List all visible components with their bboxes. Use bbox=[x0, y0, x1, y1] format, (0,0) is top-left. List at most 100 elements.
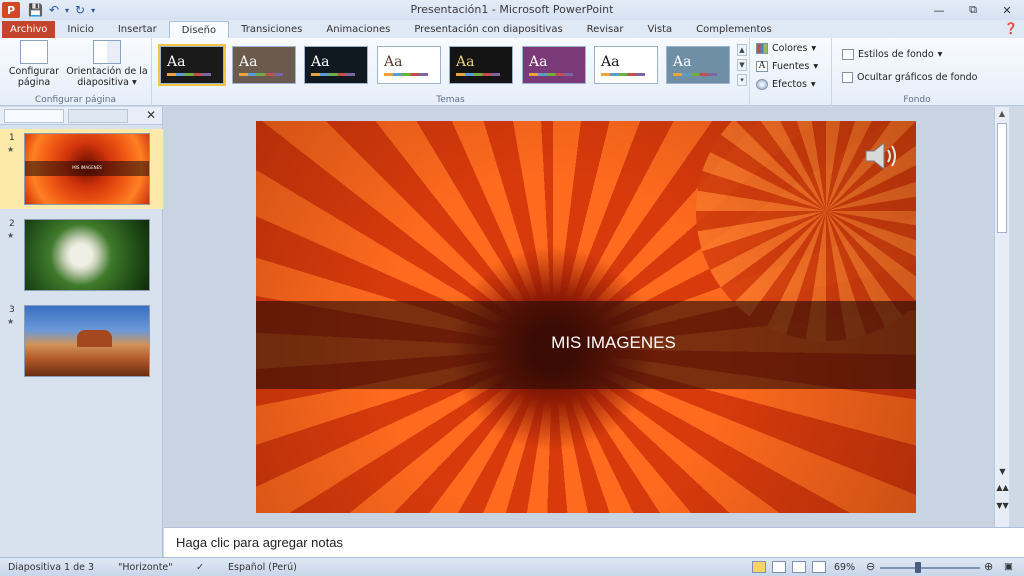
more-themes-icon[interactable]: ▾ bbox=[737, 74, 747, 86]
orientation-icon bbox=[93, 40, 121, 64]
theme-item[interactable]: Aa bbox=[522, 46, 586, 84]
checkbox-icon bbox=[842, 71, 853, 83]
group-theme-options: Colores ▾ A Fuentes ▾ Efectos ▾ bbox=[750, 38, 832, 106]
tab-animaciones[interactable]: Animaciones bbox=[314, 21, 402, 38]
previous-slide-icon[interactable]: ▲▲ bbox=[995, 483, 1010, 492]
tab-presentacion[interactable]: Presentación con diapositivas bbox=[402, 21, 574, 38]
close-pane-icon[interactable]: ✕ bbox=[146, 108, 156, 122]
zoom-slider-knob[interactable] bbox=[915, 562, 921, 573]
reading-view-icon[interactable] bbox=[792, 561, 806, 573]
theme-item[interactable]: Aa bbox=[232, 46, 296, 84]
window-title: Presentación1 - Microsoft PowerPoint bbox=[410, 3, 614, 16]
spellcheck-icon[interactable]: ✓ bbox=[196, 562, 204, 573]
animation-star-icon: ★ bbox=[7, 317, 15, 326]
tab-insertar[interactable]: Insertar bbox=[106, 21, 169, 38]
vertical-scrollbar[interactable]: ▲ ▼ ▲▲ ▼▼ bbox=[994, 107, 1009, 527]
slide-thumbnail[interactable] bbox=[24, 219, 150, 291]
scrollbar-thumb[interactable] bbox=[997, 123, 1007, 233]
orientacion-button[interactable]: Orientación de la diapositiva ▾ bbox=[66, 40, 148, 88]
group-temas: Aa Aa Aa Aa Aa Aa Aa Aa ▲ ▼ ▾ Temas bbox=[152, 38, 750, 106]
help-icon[interactable]: ❓ bbox=[1004, 22, 1018, 35]
customize-qat-icon[interactable]: ▾ bbox=[91, 6, 95, 15]
language[interactable]: Español (Perú) bbox=[228, 562, 297, 573]
undo-icon[interactable]: ↶ bbox=[49, 3, 59, 17]
tab-slides[interactable] bbox=[4, 108, 64, 123]
tab-archivo[interactable]: Archivo bbox=[2, 21, 56, 38]
zoom-in-icon[interactable]: ⊕ bbox=[984, 560, 993, 573]
tab-vista[interactable]: Vista bbox=[635, 21, 684, 38]
tab-complementos[interactable]: Complementos bbox=[684, 21, 784, 38]
notes-pane[interactable]: Haga clic para agregar notas bbox=[164, 527, 1024, 557]
fit-to-window-icon[interactable]: ▣ bbox=[1004, 561, 1013, 572]
dropdown-arrow-icon: ▾ bbox=[937, 48, 943, 60]
effects-icon bbox=[756, 78, 768, 90]
speaker-icon[interactable] bbox=[862, 139, 902, 173]
animation-star-icon: ★ bbox=[7, 231, 15, 240]
dropdown-arrow-icon: ▾ bbox=[131, 77, 137, 88]
group-configurar-pagina: Configurar página Orientación de la diap… bbox=[0, 38, 152, 106]
normal-view-icon[interactable] bbox=[752, 561, 766, 573]
restore-icon[interactable]: ⧉ bbox=[956, 0, 990, 20]
next-slide-icon[interactable]: ▼▼ bbox=[995, 501, 1010, 510]
ocultar-graficos-checkbox[interactable]: Ocultar gráficos de fondo bbox=[842, 69, 978, 85]
slideshow-icon[interactable] bbox=[812, 561, 826, 573]
pane-tabs: ✕ bbox=[0, 107, 162, 125]
slide-thumbnail-row[interactable]: 1 ★ MIS IMAGENES bbox=[0, 129, 163, 209]
tab-outline[interactable] bbox=[68, 108, 128, 123]
notes-placeholder[interactable]: Haga clic para agregar notas bbox=[176, 535, 343, 550]
animation-star-icon: ★ bbox=[7, 145, 15, 154]
scroll-down-icon[interactable]: ▼ bbox=[737, 59, 747, 71]
slide-count: Diapositiva 1 de 3 bbox=[8, 562, 95, 573]
theme-item[interactable]: Aa bbox=[449, 46, 513, 84]
configurar-pagina-button[interactable]: Configurar página bbox=[4, 40, 64, 88]
close-icon[interactable]: ✕ bbox=[990, 0, 1024, 20]
redo-icon[interactable]: ↻ bbox=[75, 3, 85, 17]
title-bar: P 💾 ↶ ▾ ↻ ▾ Presentación1 - Microsoft Po… bbox=[0, 0, 1024, 20]
scroll-up-icon[interactable]: ▲ bbox=[737, 44, 747, 56]
dropdown-arrow-icon[interactable]: ▾ bbox=[65, 6, 69, 15]
zoom-level[interactable]: 69% bbox=[834, 562, 855, 573]
colors-icon bbox=[756, 42, 768, 54]
tab-diseno[interactable]: Diseño bbox=[168, 21, 230, 38]
save-icon[interactable]: 💾 bbox=[28, 3, 43, 17]
theme-item[interactable]: Aa bbox=[158, 44, 226, 86]
dropdown-arrow-icon: ▾ bbox=[810, 78, 816, 90]
quick-access-toolbar: 💾 ↶ ▾ ↻ ▾ bbox=[28, 3, 95, 17]
fuentes-button[interactable]: A Fuentes ▾ bbox=[756, 58, 818, 74]
ribbon: Configurar página Orientación de la diap… bbox=[0, 38, 1024, 106]
minimize-icon[interactable]: — bbox=[922, 0, 956, 20]
theme-item[interactable]: Aa bbox=[594, 46, 658, 84]
slide-thumbnail-row[interactable]: 2 ★ bbox=[0, 215, 163, 295]
tab-inicio[interactable]: Inicio bbox=[55, 21, 105, 38]
colores-button[interactable]: Colores ▾ bbox=[756, 40, 816, 56]
slides-pane: ✕ 1 ★ MIS IMAGENES 2 ★ 3 ★ bbox=[0, 107, 163, 557]
theme-item[interactable]: Aa bbox=[666, 46, 730, 84]
theme-name: "Horizonte" bbox=[118, 562, 173, 573]
status-bar: Diapositiva 1 de 3 "Horizonte" ✓ Español… bbox=[0, 557, 1024, 576]
slide-editing-area: MIS IMAGENES ▲ ▼ ▲▲ ▼▼ bbox=[164, 107, 1009, 527]
zoom-slider[interactable] bbox=[880, 567, 980, 569]
slide-thumbnail[interactable]: MIS IMAGENES bbox=[24, 133, 150, 205]
theme-item[interactable]: Aa bbox=[304, 46, 368, 84]
slide-title[interactable]: MIS IMAGENES bbox=[256, 333, 916, 353]
scroll-down-icon[interactable]: ▼ bbox=[995, 467, 1010, 476]
tab-revisar[interactable]: Revisar bbox=[575, 21, 636, 38]
slide-thumbnail[interactable] bbox=[24, 305, 150, 377]
scroll-up-icon[interactable]: ▲ bbox=[995, 107, 1009, 121]
current-slide[interactable]: MIS IMAGENES bbox=[256, 121, 916, 513]
theme-item[interactable]: Aa bbox=[377, 46, 441, 84]
ribbon-tabs: Archivo Inicio Insertar Diseño Transicio… bbox=[0, 20, 1024, 38]
slide-sorter-icon[interactable] bbox=[772, 561, 786, 573]
group-fondo: Estilos de fondo ▾ Ocultar gráficos de fo… bbox=[832, 38, 1002, 106]
slide-thumbnail-row[interactable]: 3 ★ bbox=[0, 301, 163, 381]
background-styles-icon bbox=[842, 48, 854, 60]
zoom-out-icon[interactable]: ⊖ bbox=[866, 560, 875, 573]
tab-transiciones[interactable]: Transiciones bbox=[229, 21, 314, 38]
efectos-button[interactable]: Efectos ▾ bbox=[756, 76, 816, 92]
powerpoint-logo-icon: P bbox=[2, 2, 20, 18]
fonts-icon: A bbox=[756, 60, 768, 72]
estilos-de-fondo-button[interactable]: Estilos de fondo ▾ bbox=[842, 46, 942, 62]
theme-gallery-scroll: ▲ ▼ ▾ bbox=[737, 44, 747, 86]
page-setup-icon bbox=[20, 40, 48, 64]
dropdown-arrow-icon: ▾ bbox=[811, 42, 817, 54]
